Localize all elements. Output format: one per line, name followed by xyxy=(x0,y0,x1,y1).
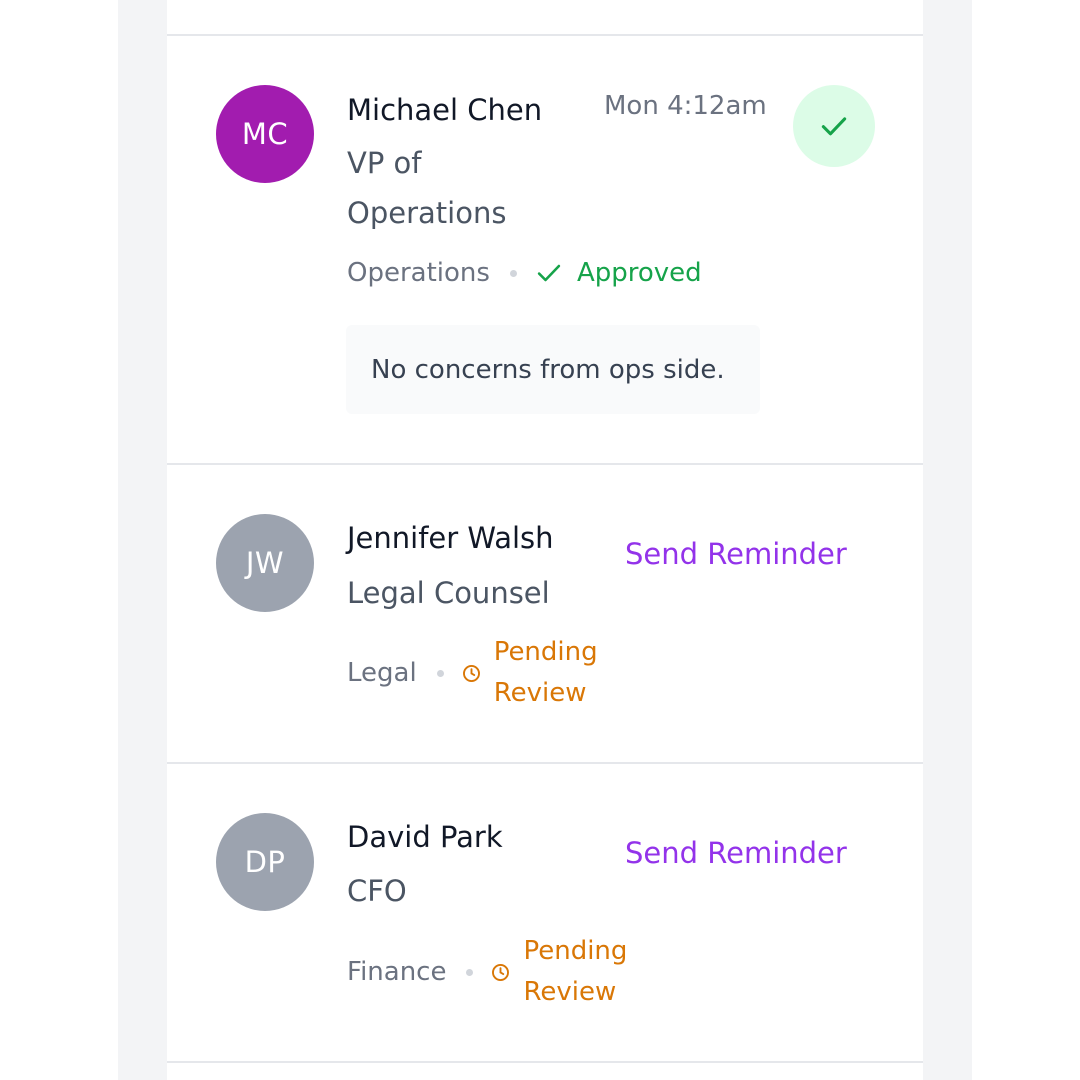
approver-row: JW Jennifer Walsh Legal Counsel Send Rem… xyxy=(167,465,923,762)
approver-name: Jennifer Walsh xyxy=(347,521,554,555)
clock-icon xyxy=(492,963,510,981)
separator-dot xyxy=(509,269,517,277)
department-label: Legal xyxy=(347,658,417,688)
status-badge: Approved xyxy=(535,258,702,288)
approved-badge xyxy=(793,85,875,167)
approver-meta: Operations Approved xyxy=(347,258,702,288)
divider xyxy=(167,1061,923,1063)
status-label: Pending Review xyxy=(523,936,628,1007)
status-label: Approved xyxy=(576,258,702,288)
approval-timestamp: Mon 4:12am xyxy=(604,91,767,121)
status-label: Pending Review xyxy=(493,637,598,708)
approver-name: Michael Chen xyxy=(347,93,543,127)
approver-role: Legal Counsel xyxy=(347,576,550,610)
status-badge: Pending Review xyxy=(491,931,633,1013)
approver-role: CFO xyxy=(347,874,407,908)
check-icon xyxy=(537,264,561,282)
approver-meta: Finance Pending Review xyxy=(347,931,633,1013)
approver-row: DP David Park CFO Send Reminder Finance … xyxy=(167,764,923,1061)
avatar: DP xyxy=(216,813,314,911)
clock-icon xyxy=(462,664,480,682)
approver-row: MC Michael Chen VP of Operations Mon 4:1… xyxy=(167,36,923,464)
approvers-card: MC Michael Chen VP of Operations Mon 4:1… xyxy=(167,0,923,1080)
avatar: JW xyxy=(216,514,314,612)
separator-dot xyxy=(436,669,444,677)
send-reminder-button[interactable]: Send Reminder xyxy=(625,836,847,870)
separator-dot xyxy=(466,968,474,976)
check-icon xyxy=(821,117,847,136)
approver-comment: No concerns from ops side. xyxy=(346,325,760,414)
avatar: MC xyxy=(216,85,314,183)
approver-name: David Park xyxy=(347,820,503,854)
department-label: Finance xyxy=(347,957,447,987)
approver-role: VP of Operations xyxy=(347,146,507,230)
approver-meta: Legal Pending Review xyxy=(347,632,604,714)
send-reminder-button[interactable]: Send Reminder xyxy=(625,537,847,571)
department-label: Operations xyxy=(347,258,490,288)
status-badge: Pending Review xyxy=(462,632,604,714)
